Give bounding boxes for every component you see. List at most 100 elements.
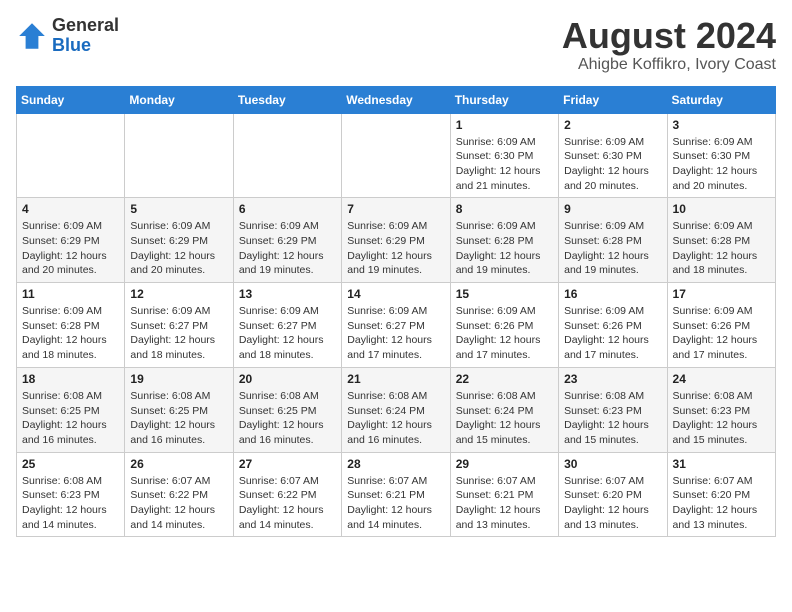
day-cell: 27 Sunrise: 6:07 AM Sunset: 6:22 PM Dayli… — [233, 452, 341, 537]
day-number: 21 — [347, 372, 444, 386]
day-info: Sunrise: 6:07 AM Sunset: 6:22 PM Dayligh… — [130, 474, 227, 533]
day-number: 30 — [564, 457, 661, 471]
day-info: Sunrise: 6:08 AM Sunset: 6:24 PM Dayligh… — [456, 389, 553, 448]
day-cell: 15 Sunrise: 6:09 AM Sunset: 6:26 PM Dayli… — [450, 283, 558, 368]
day-info: Sunrise: 6:09 AM Sunset: 6:29 PM Dayligh… — [130, 219, 227, 278]
week-row-1: 4 Sunrise: 6:09 AM Sunset: 6:29 PM Daylig… — [17, 198, 776, 283]
day-cell — [342, 113, 450, 198]
header: General Blue August 2024 Ahigbe Koffikro… — [16, 16, 776, 74]
day-info: Sunrise: 6:09 AM Sunset: 6:29 PM Dayligh… — [239, 219, 336, 278]
day-number: 2 — [564, 118, 661, 132]
day-cell: 20Sunrise: 6:08 AM Sunset: 6:25 PM Dayli… — [233, 367, 341, 452]
day-cell: 11Sunrise: 6:09 AM Sunset: 6:28 PM Dayli… — [17, 283, 125, 368]
day-number: 3 — [673, 118, 770, 132]
day-info: Sunrise: 6:07 AM Sunset: 6:22 PM Dayligh… — [239, 474, 336, 533]
weekday-header-saturday: Saturday — [667, 86, 775, 113]
day-cell: 8 Sunrise: 6:09 AM Sunset: 6:28 PM Daylig… — [450, 198, 558, 283]
day-info: Sunrise: 6:09 AM Sunset: 6:28 PM Dayligh… — [564, 219, 661, 278]
day-number: 27 — [239, 457, 336, 471]
day-cell: 13 Sunrise: 6:09 AM Sunset: 6:27 PM Dayli… — [233, 283, 341, 368]
day-number: 4 — [22, 202, 119, 216]
day-info: Sunrise: 6:09 AM Sunset: 6:27 PM Dayligh… — [239, 304, 336, 363]
day-cell — [233, 113, 341, 198]
day-cell: 22 Sunrise: 6:08 AM Sunset: 6:24 PM Dayli… — [450, 367, 558, 452]
weekday-header-row: SundayMondayTuesdayWednesdayThursdayFrid… — [17, 86, 776, 113]
day-info: Sunrise: 6:09 AM Sunset: 6:30 PM Dayligh… — [564, 135, 661, 194]
week-row-2: 11Sunrise: 6:09 AM Sunset: 6:28 PM Dayli… — [17, 283, 776, 368]
day-info: Sunrise: 6:08 AM Sunset: 6:25 PM Dayligh… — [22, 389, 119, 448]
day-info: Sunrise: 6:08 AM Sunset: 6:25 PM Dayligh… — [130, 389, 227, 448]
day-number: 23 — [564, 372, 661, 386]
calendar-table: SundayMondayTuesdayWednesdayThursdayFrid… — [16, 86, 776, 538]
day-number: 29 — [456, 457, 553, 471]
logo-general: General — [52, 16, 119, 36]
day-info: Sunrise: 6:09 AM Sunset: 6:27 PM Dayligh… — [130, 304, 227, 363]
day-number: 28 — [347, 457, 444, 471]
day-cell: 26 Sunrise: 6:07 AM Sunset: 6:22 PM Dayli… — [125, 452, 233, 537]
weekday-header-wednesday: Wednesday — [342, 86, 450, 113]
day-number: 20 — [239, 372, 336, 386]
week-row-4: 25Sunrise: 6:08 AM Sunset: 6:23 PM Dayli… — [17, 452, 776, 537]
day-number: 9 — [564, 202, 661, 216]
day-cell: 18 Sunrise: 6:08 AM Sunset: 6:25 PM Dayli… — [17, 367, 125, 452]
day-number: 15 — [456, 287, 553, 301]
day-cell — [125, 113, 233, 198]
day-cell: 24Sunrise: 6:08 AM Sunset: 6:23 PM Dayli… — [667, 367, 775, 452]
day-cell: 5Sunrise: 6:09 AM Sunset: 6:29 PM Daylig… — [125, 198, 233, 283]
day-number: 12 — [130, 287, 227, 301]
day-cell: 19 Sunrise: 6:08 AM Sunset: 6:25 PM Dayli… — [125, 367, 233, 452]
day-number: 8 — [456, 202, 553, 216]
day-number: 11 — [22, 287, 119, 301]
day-number: 7 — [347, 202, 444, 216]
day-number: 31 — [673, 457, 770, 471]
day-cell: 2 Sunrise: 6:09 AM Sunset: 6:30 PM Daylig… — [559, 113, 667, 198]
day-number: 24 — [673, 372, 770, 386]
day-cell: 9 Sunrise: 6:09 AM Sunset: 6:28 PM Daylig… — [559, 198, 667, 283]
day-number: 16 — [564, 287, 661, 301]
logo: General Blue — [16, 16, 119, 56]
day-cell: 23 Sunrise: 6:08 AM Sunset: 6:23 PM Dayli… — [559, 367, 667, 452]
logo-blue: Blue — [52, 36, 119, 56]
day-number: 22 — [456, 372, 553, 386]
day-number: 14 — [347, 287, 444, 301]
weekday-header-friday: Friday — [559, 86, 667, 113]
day-number: 13 — [239, 287, 336, 301]
day-info: Sunrise: 6:08 AM Sunset: 6:23 PM Dayligh… — [564, 389, 661, 448]
day-info: Sunrise: 6:09 AM Sunset: 6:26 PM Dayligh… — [456, 304, 553, 363]
day-cell: 6Sunrise: 6:09 AM Sunset: 6:29 PM Daylig… — [233, 198, 341, 283]
day-cell: 3 Sunrise: 6:09 AM Sunset: 6:30 PM Daylig… — [667, 113, 775, 198]
week-row-3: 18 Sunrise: 6:08 AM Sunset: 6:25 PM Dayli… — [17, 367, 776, 452]
weekday-header-sunday: Sunday — [17, 86, 125, 113]
day-info: Sunrise: 6:09 AM Sunset: 6:26 PM Dayligh… — [564, 304, 661, 363]
location-title: Ahigbe Koffikro, Ivory Coast — [562, 56, 776, 74]
title-area: August 2024 Ahigbe Koffikro, Ivory Coast — [562, 16, 776, 74]
day-number: 26 — [130, 457, 227, 471]
day-info: Sunrise: 6:09 AM Sunset: 6:30 PM Dayligh… — [456, 135, 553, 194]
day-cell — [17, 113, 125, 198]
day-cell: 21Sunrise: 6:08 AM Sunset: 6:24 PM Dayli… — [342, 367, 450, 452]
day-info: Sunrise: 6:07 AM Sunset: 6:20 PM Dayligh… — [564, 474, 661, 533]
day-info: Sunrise: 6:07 AM Sunset: 6:21 PM Dayligh… — [347, 474, 444, 533]
day-cell: 16 Sunrise: 6:09 AM Sunset: 6:26 PM Dayli… — [559, 283, 667, 368]
day-cell: 29Sunrise: 6:07 AM Sunset: 6:21 PM Dayli… — [450, 452, 558, 537]
day-cell: 31Sunrise: 6:07 AM Sunset: 6:20 PM Dayli… — [667, 452, 775, 537]
day-cell: 17Sunrise: 6:09 AM Sunset: 6:26 PM Dayli… — [667, 283, 775, 368]
day-info: Sunrise: 6:09 AM Sunset: 6:28 PM Dayligh… — [456, 219, 553, 278]
day-number: 1 — [456, 118, 553, 132]
day-info: Sunrise: 6:09 AM Sunset: 6:30 PM Dayligh… — [673, 135, 770, 194]
day-cell: 12 Sunrise: 6:09 AM Sunset: 6:27 PM Dayli… — [125, 283, 233, 368]
day-info: Sunrise: 6:09 AM Sunset: 6:26 PM Dayligh… — [673, 304, 770, 363]
logo-icon — [16, 20, 48, 52]
day-number: 19 — [130, 372, 227, 386]
day-cell: 1 Sunrise: 6:09 AM Sunset: 6:30 PM Daylig… — [450, 113, 558, 198]
day-cell: 7Sunrise: 6:09 AM Sunset: 6:29 PM Daylig… — [342, 198, 450, 283]
day-cell: 25Sunrise: 6:08 AM Sunset: 6:23 PM Dayli… — [17, 452, 125, 537]
day-cell: 14Sunrise: 6:09 AM Sunset: 6:27 PM Dayli… — [342, 283, 450, 368]
day-info: Sunrise: 6:09 AM Sunset: 6:29 PM Dayligh… — [22, 219, 119, 278]
logo-text: General Blue — [52, 16, 119, 56]
day-info: Sunrise: 6:09 AM Sunset: 6:28 PM Dayligh… — [673, 219, 770, 278]
day-number: 18 — [22, 372, 119, 386]
month-title: August 2024 — [562, 16, 776, 56]
day-info: Sunrise: 6:08 AM Sunset: 6:23 PM Dayligh… — [22, 474, 119, 533]
weekday-header-tuesday: Tuesday — [233, 86, 341, 113]
